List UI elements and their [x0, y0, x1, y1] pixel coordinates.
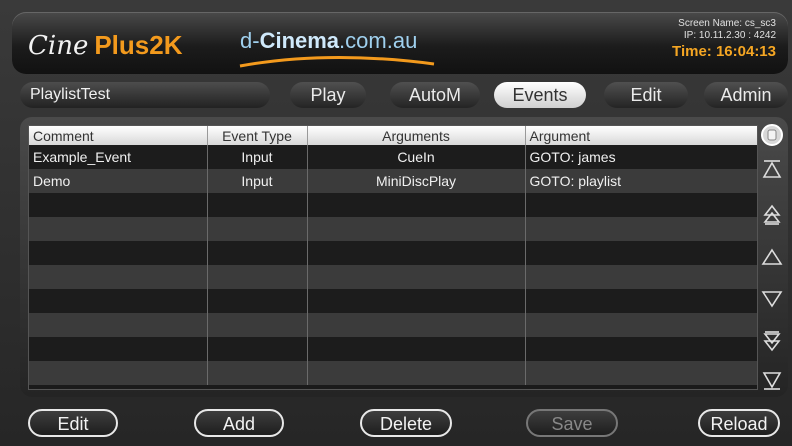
- tab-play[interactable]: Play: [290, 82, 366, 108]
- events-table-container: Comment Event Type Arguments Argument Ex…: [28, 125, 758, 390]
- table-row[interactable]: [29, 361, 757, 385]
- cell-comment: [29, 217, 208, 241]
- cell-event-type: Input: [207, 145, 308, 169]
- cell-argument: [525, 361, 757, 385]
- cineplus-logo: Cine Plus2K: [28, 30, 183, 61]
- reload-button[interactable]: Reload: [698, 409, 780, 437]
- cell-argument: [525, 289, 757, 313]
- page-up-icon[interactable]: [760, 203, 784, 227]
- clock: Time: 16:04:13: [672, 43, 776, 60]
- page-down-icon[interactable]: [760, 329, 784, 353]
- cell-event-type: [207, 265, 308, 289]
- cell-argument: GOTO: playlist: [525, 169, 757, 193]
- cell-comment: [29, 289, 208, 313]
- screen-info: Screen Name: cs_sc3 IP: 10.11.2.30 : 424…: [672, 18, 776, 62]
- scroll-down-icon[interactable]: [760, 287, 784, 311]
- scroll-to-bottom-icon[interactable]: [760, 369, 784, 393]
- column-header-argument[interactable]: Argument: [525, 126, 757, 145]
- cell-comment: [29, 193, 208, 217]
- header-bar: Cine Plus2K d-Cinema.com.au Screen Name: …: [12, 12, 788, 74]
- brand-swoosh-icon: [239, 56, 435, 68]
- logo-cine: Cine: [28, 31, 89, 61]
- cell-event-type: [207, 337, 308, 361]
- cell-event-type: [207, 241, 308, 265]
- cell-arguments: [307, 241, 526, 265]
- edit-button[interactable]: Edit: [28, 409, 118, 437]
- table-row[interactable]: [29, 289, 757, 313]
- nav-row: PlaylistTest Play AutoM Events Edit Admi…: [0, 82, 792, 110]
- cell-argument: [525, 337, 757, 361]
- cell-argument: [525, 241, 757, 265]
- tab-events[interactable]: Events: [494, 82, 586, 108]
- cell-arguments: [307, 265, 526, 289]
- brand-suffix: .com.au: [339, 28, 418, 53]
- logo-plus2k: Plus2K: [94, 30, 183, 60]
- cell-arguments: [307, 337, 526, 361]
- cineplus-app: Cine Plus2K d-Cinema.com.au Screen Name: …: [0, 0, 792, 446]
- table-row[interactable]: Demo Input MiniDiscPlay GOTO: playlist: [29, 169, 757, 193]
- cell-argument: [525, 313, 757, 337]
- cell-arguments: [307, 289, 526, 313]
- table-row[interactable]: [29, 265, 757, 289]
- column-header-comment[interactable]: Comment: [29, 126, 208, 145]
- save-button[interactable]: Save: [526, 409, 618, 437]
- cell-comment: Example_Event: [29, 145, 208, 169]
- cell-arguments: [307, 193, 526, 217]
- tab-edit[interactable]: Edit: [604, 82, 688, 108]
- delete-button[interactable]: Delete: [360, 409, 452, 437]
- table-scroll-controls: [760, 123, 784, 393]
- column-header-arguments[interactable]: Arguments: [307, 126, 526, 145]
- table-row[interactable]: [29, 313, 757, 337]
- brand-prefix: d-: [240, 28, 260, 53]
- cell-event-type: [207, 289, 308, 313]
- brand-main: Cinema: [259, 28, 340, 53]
- cell-event-type: [207, 193, 308, 217]
- cell-comment: [29, 337, 208, 361]
- add-button[interactable]: Add: [194, 409, 284, 437]
- ip-address: IP: 10.11.2.30 : 4242: [683, 30, 776, 41]
- cell-argument: [525, 265, 757, 289]
- table-row[interactable]: [29, 337, 757, 361]
- table-header-row: Comment Event Type Arguments Argument: [29, 126, 757, 145]
- cell-event-type: Input: [207, 169, 308, 193]
- cell-comment: [29, 265, 208, 289]
- cell-arguments: [307, 313, 526, 337]
- cell-comment: Demo: [29, 169, 208, 193]
- column-header-event-type[interactable]: Event Type: [207, 126, 308, 145]
- cell-argument: [525, 217, 757, 241]
- scroll-thumb-icon[interactable]: [760, 123, 784, 147]
- cell-arguments: [307, 217, 526, 241]
- events-table: Comment Event Type Arguments Argument Ex…: [29, 126, 757, 385]
- tab-admin[interactable]: Admin: [704, 82, 788, 108]
- cell-argument: GOTO: james: [525, 145, 757, 169]
- playlist-name-field[interactable]: PlaylistTest: [20, 82, 270, 108]
- dcinema-brand: d-Cinema.com.au: [240, 28, 417, 54]
- table-row[interactable]: [29, 193, 757, 217]
- table-row[interactable]: [29, 217, 757, 241]
- table-row[interactable]: Example_Event Input CueIn GOTO: james: [29, 145, 757, 169]
- scroll-to-top-icon[interactable]: [760, 157, 784, 181]
- scroll-up-icon[interactable]: [760, 245, 784, 269]
- cell-arguments: MiniDiscPlay: [307, 169, 526, 193]
- events-panel: Comment Event Type Arguments Argument Ex…: [20, 117, 788, 397]
- screen-name: Screen Name: cs_sc3: [678, 18, 776, 29]
- cell-event-type: [207, 313, 308, 337]
- cell-event-type: [207, 217, 308, 241]
- cell-arguments: CueIn: [307, 145, 526, 169]
- cell-comment: [29, 313, 208, 337]
- cell-arguments: [307, 361, 526, 385]
- cell-event-type: [207, 361, 308, 385]
- tab-autom[interactable]: AutoM: [390, 82, 480, 108]
- table-row[interactable]: [29, 241, 757, 265]
- cell-argument: [525, 193, 757, 217]
- cell-comment: [29, 361, 208, 385]
- cell-comment: [29, 241, 208, 265]
